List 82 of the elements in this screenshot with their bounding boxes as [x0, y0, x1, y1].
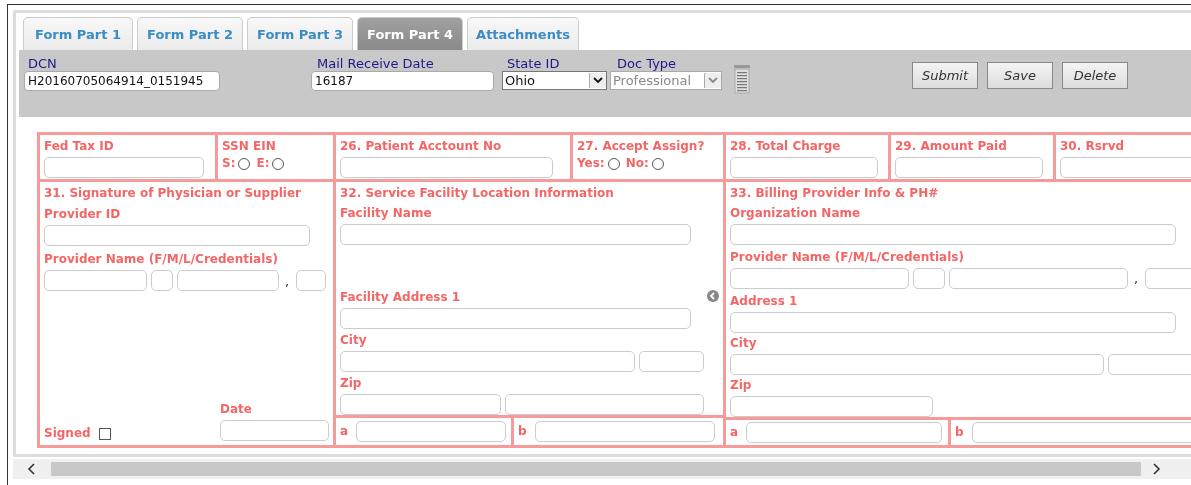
radio-button[interactable]: [607, 157, 620, 170]
input-field[interactable]: [340, 393, 501, 415]
field-label: Doc Type: [616, 56, 678, 71]
input-field[interactable]: [730, 396, 933, 418]
input-field[interactable]: [534, 420, 715, 442]
field-label: Date: [220, 402, 253, 417]
input-field[interactable]: [730, 311, 1176, 333]
field-label: 28. Total Charge: [730, 139, 842, 154]
input-field[interactable]: [746, 422, 943, 444]
field-label: Provider Name (F/M/L/Credentials): [730, 249, 965, 265]
input-field[interactable]: [44, 225, 310, 246]
field-label: SSN EIN: [222, 139, 277, 154]
input-field[interactable]: [44, 157, 204, 178]
radio-button[interactable]: [272, 157, 285, 170]
input-field[interactable]: [44, 270, 147, 291]
checkbox[interactable]: [98, 427, 111, 440]
section-title: 33. Billing Provider Info & PH#: [730, 186, 940, 201]
checkbox-label: Signed: [44, 426, 91, 441]
input-field[interactable]: [949, 267, 1128, 289]
field-label: Facility Address 1: [340, 290, 461, 306]
field-label: a: [730, 425, 739, 441]
radio-button[interactable]: [238, 157, 251, 170]
input-field[interactable]: [895, 157, 1043, 178]
input-field[interactable]: [639, 350, 704, 372]
field-label: 30. Rsrvd: [1060, 139, 1126, 154]
caret-icon: [589, 73, 606, 88]
field-label: State ID: [506, 56, 561, 71]
field-label: DCN: [27, 56, 58, 71]
input-field[interactable]: [505, 393, 704, 415]
field-label: Provider ID: [44, 207, 122, 222]
dcn-field[interactable]: H20160705064914_0151945: [24, 71, 220, 91]
trash-icon[interactable]: [732, 64, 752, 94]
input-field[interactable]: [296, 270, 327, 291]
action-button[interactable]: Save: [987, 62, 1053, 89]
input-field[interactable]: [730, 354, 1104, 376]
field-label: 29. Amount Paid: [895, 139, 1008, 154]
input-field[interactable]: [1145, 267, 1191, 289]
input-field[interactable]: [220, 420, 329, 441]
field-label: b: [955, 425, 964, 441]
comma-text: ,: [1134, 271, 1139, 287]
section-title: 31. Signature of Physician or Supplier: [44, 186, 303, 201]
input-field[interactable]: [151, 270, 173, 291]
input-field[interactable]: [340, 350, 635, 372]
field-label: a: [340, 423, 349, 439]
field-label: Zip: [730, 378, 753, 394]
field-label: b: [518, 423, 527, 439]
input-field[interactable]: [730, 223, 1176, 245]
field-label: Facility Name: [340, 206, 433, 222]
input-field[interactable]: [730, 157, 878, 178]
field-label: Organization Name: [730, 205, 862, 221]
input-field[interactable]: [340, 308, 691, 330]
field-label: City: [340, 332, 368, 348]
field-label: City: [730, 336, 758, 352]
caret-icon: [704, 73, 721, 88]
field-label: 26. Patient Acctount No: [340, 139, 503, 154]
scrollbar-thumb[interactable]: [51, 462, 1141, 476]
field-label: 27. Accept Assign?: [577, 139, 706, 154]
action-button[interactable]: Submit: [912, 62, 978, 89]
field-label: Fed Tax ID: [44, 139, 115, 154]
section-title: 32. Service Facility Location Information: [340, 186, 615, 201]
input-field[interactable]: [340, 157, 553, 178]
radio-label: No:: [625, 156, 649, 171]
radio-label: E:: [256, 156, 270, 171]
action-button[interactable]: Delete: [1062, 62, 1128, 89]
field-label: Zip: [340, 375, 363, 391]
input-field[interactable]: [1060, 157, 1191, 178]
radio-label: Yes:: [577, 156, 605, 171]
input-field[interactable]: [340, 224, 691, 246]
dropdown[interactable]: Ohio: [502, 71, 607, 90]
field-label: Address 1: [730, 293, 799, 309]
comma-text: ,: [285, 273, 290, 289]
input-field[interactable]: [971, 422, 1191, 444]
input-field[interactable]: [356, 420, 507, 442]
radio-label: S:: [222, 156, 236, 171]
radio-button[interactable]: [651, 157, 664, 170]
field-label: Provider Name (F/M/L/Credentials): [44, 252, 279, 267]
field-label: Mail Receive Date: [316, 56, 435, 71]
date-field[interactable]: 16187: [311, 71, 494, 91]
input-field[interactable]: [177, 270, 279, 291]
input-field[interactable]: [730, 267, 909, 289]
input-field[interactable]: [1108, 354, 1191, 376]
input-field[interactable]: [913, 267, 945, 289]
